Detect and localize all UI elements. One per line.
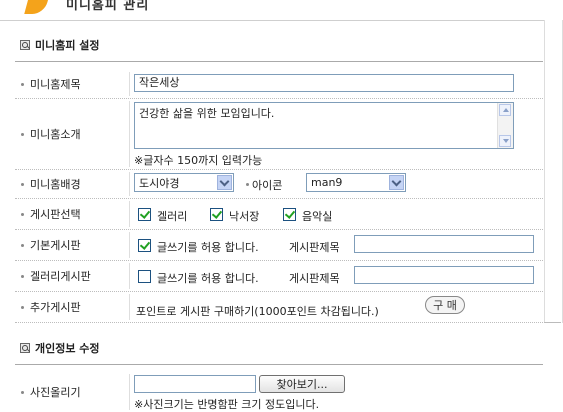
row-label: 미니홈소개 <box>15 99 129 169</box>
bullet-icon <box>246 183 249 186</box>
bullet-icon <box>21 243 24 247</box>
magnifier-icon <box>20 343 30 353</box>
page-logo-icon <box>24 0 52 14</box>
music-checkbox[interactable] <box>283 208 296 221</box>
page-header: 미니홈피 관리 <box>0 0 563 21</box>
row-label: 겔러리게시판 <box>15 261 129 291</box>
column-divider <box>129 101 130 167</box>
section-homepage-header: 미니홈피 설정 <box>20 37 100 53</box>
bullet-icon <box>21 132 24 136</box>
basic-board-title-label: 게시판제목 <box>289 241 340 254</box>
intro-hint: ※글자수 150까지 입력가능 <box>134 154 263 167</box>
label-text: 게시판선택 <box>30 208 81 221</box>
section-personal-header: 개인정보 수정 <box>20 340 100 356</box>
column-divider <box>129 72 130 96</box>
row-label: 미니홈제목 <box>15 70 129 98</box>
buy-board-button[interactable]: 구 매 <box>425 296 465 314</box>
row-label: 게시판선택 <box>15 199 129 229</box>
row-label: 기본게시판 <box>15 230 129 260</box>
background-select-value: 도시야경 <box>139 176 180 190</box>
chevron-down-icon[interactable] <box>389 175 404 190</box>
guestbook-checkbox-label: 낙서장 <box>229 210 260 223</box>
gallery-checkbox[interactable] <box>138 208 151 221</box>
bullet-icon <box>21 212 24 216</box>
label-text: 미니홈제목 <box>30 78 81 91</box>
scroll-up-icon[interactable] <box>499 104 511 116</box>
row-label: 추가게시판 <box>15 292 129 322</box>
column-divider <box>129 374 130 410</box>
icon-label: 아이콘 <box>252 179 283 192</box>
column-divider <box>129 201 130 227</box>
magnifier-icon <box>20 40 30 50</box>
bullet-icon <box>21 82 24 86</box>
scroll-down-icon[interactable] <box>499 135 511 147</box>
row-photo-upload: 사진올리기 찾아보기... ※사진크기는 반명함판 크기 정도입니다. <box>15 372 543 412</box>
gallery-checkbox-label: 겔러리 <box>157 210 188 223</box>
basic-board-title-input[interactable] <box>354 235 534 253</box>
section-divider <box>15 364 543 365</box>
row-board-select: 게시판선택 겔러리 낙서장 음악실 <box>15 199 543 230</box>
row-gallery-board: 겔러리게시판 글쓰기를 허용 합니다. 게시판제목 <box>15 261 543 292</box>
label-text: 겔러리게시판 <box>30 270 91 283</box>
extra-board-text: 포인트로 게시판 구매하기(1000포인트 차감됩니다.) <box>136 305 379 318</box>
page-scrollbar[interactable] <box>544 20 563 323</box>
browse-button[interactable]: 찾아보기... <box>259 375 345 393</box>
label-text: 추가게시판 <box>30 301 81 314</box>
homepage-intro-textarea[interactable]: 건강한 삶을 위한 모임입니다. <box>134 102 514 149</box>
guestbook-checkbox[interactable] <box>210 208 223 221</box>
row-label: 미니홈배경 <box>15 170 129 198</box>
row-basic-board: 기본게시판 글쓰기를 허용 합니다. 게시판제목 <box>15 230 543 261</box>
gallery-board-title-label: 게시판제목 <box>289 272 340 285</box>
gallery-board-allow-label: 글쓰기를 허용 합니다. <box>157 272 259 285</box>
textarea-scrollbar[interactable] <box>497 103 513 148</box>
row-extra-board: 추가게시판 포인트로 게시판 구매하기(1000포인트 차감됩니다.) 구 매 <box>15 292 543 323</box>
icon-select-value: man9 <box>311 176 343 189</box>
gallery-board-title-input[interactable] <box>354 266 534 284</box>
background-select[interactable]: 도시야경 <box>134 173 234 192</box>
bullet-icon <box>21 305 24 309</box>
section-homepage-title: 미니홈피 설정 <box>35 39 100 52</box>
section-personal-title: 개인정보 수정 <box>35 342 100 355</box>
chevron-down-icon[interactable] <box>217 175 232 190</box>
column-divider <box>129 172 130 196</box>
column-divider <box>129 232 130 258</box>
bullet-icon <box>21 274 24 278</box>
photo-file-input[interactable] <box>134 375 256 393</box>
bullet-icon <box>21 390 24 394</box>
label-text: 사진올리기 <box>30 386 81 399</box>
bullet-icon <box>21 182 24 186</box>
homepage-intro-value: 건강한 삶을 위한 모임입니다. <box>139 107 275 120</box>
page-title: 미니홈피 관리 <box>66 0 150 13</box>
row-homepage-title: 미니홈제목 작은세상 <box>15 70 543 99</box>
homepage-title-input[interactable]: 작은세상 <box>134 74 514 92</box>
column-divider <box>129 263 130 289</box>
basic-board-allow-label: 글쓰기를 허용 합니다. <box>157 241 259 254</box>
basic-board-allow-checkbox[interactable] <box>138 239 151 252</box>
row-homepage-intro: 미니홈소개 건강한 삶을 위한 모임입니다. ※글자수 150까지 입력가능 <box>15 99 543 170</box>
column-divider <box>129 294 130 320</box>
row-homepage-background: 미니홈배경 도시야경 아이콘 man9 <box>15 170 543 199</box>
section-divider <box>15 61 543 62</box>
label-text: 미니홈소개 <box>30 128 81 141</box>
icon-select[interactable]: man9 <box>306 173 406 192</box>
label-text: 미니홈배경 <box>30 178 81 191</box>
photo-hint: ※사진크기는 반명함판 크기 정도입니다. <box>134 398 320 411</box>
gallery-board-allow-checkbox[interactable] <box>138 270 151 283</box>
music-checkbox-label: 음악실 <box>302 210 333 223</box>
page-scrollbar-edge <box>544 322 561 323</box>
label-text: 기본게시판 <box>30 239 81 252</box>
row-label: 사진올리기 <box>15 372 129 412</box>
